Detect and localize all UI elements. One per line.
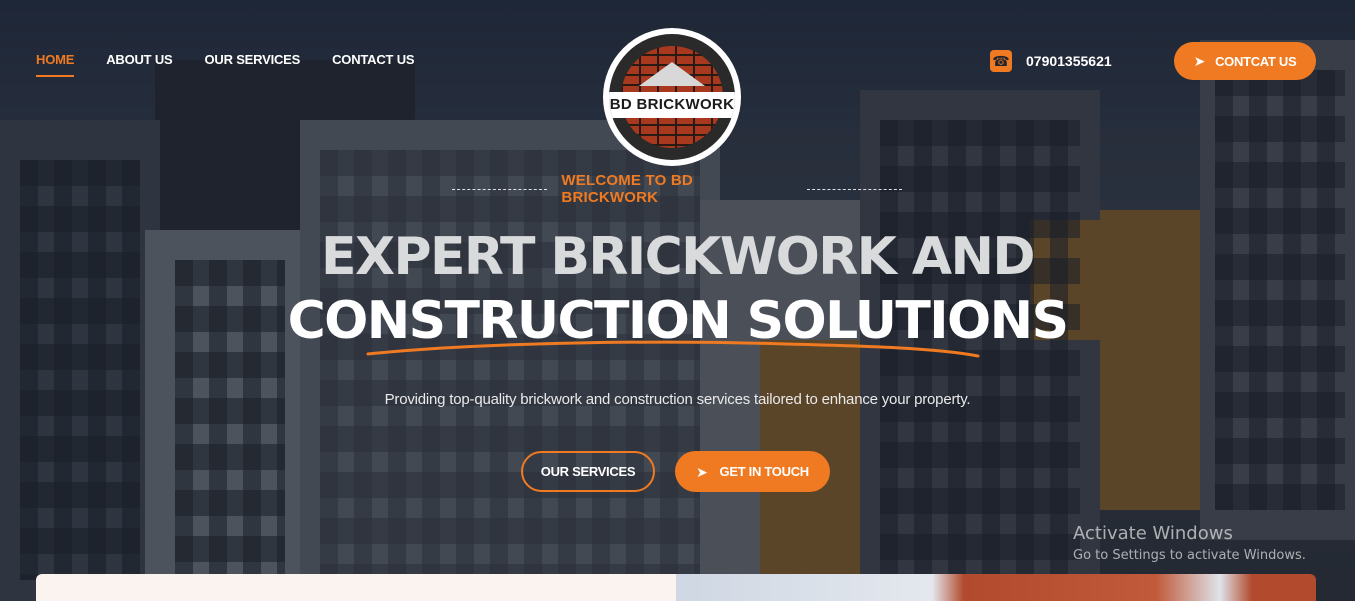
get-in-touch-button-label: GET IN TOUCH <box>719 464 810 479</box>
hero-subtitle: Providing top-quality brickwork and cons… <box>384 391 971 408</box>
next-section-card <box>36 574 676 601</box>
divider-right <box>806 188 902 190</box>
welcome-text: WELCOME TO BD BRICKWORK <box>561 172 693 206</box>
nav-our-services[interactable]: OUR SERVICES <box>205 52 301 77</box>
contact-us-button[interactable]: ➤ CONTCAT US <box>1174 42 1316 80</box>
welcome-tagline: WELCOME TO BD BRICKWORK <box>452 172 902 206</box>
headline-underline <box>366 340 980 358</box>
watermark-title: Activate Windows <box>1073 523 1233 544</box>
logo-text: BD BRICKWORK <box>609 96 735 113</box>
watermark-subtitle: Go to Settings to activate Windows. <box>1073 548 1306 563</box>
roof-graphic <box>639 62 705 86</box>
nav-about-us[interactable]: ABOUT US <box>106 52 172 77</box>
get-in-touch-button[interactable]: ➤ GET IN TOUCH <box>675 451 830 492</box>
windows-activation-watermark: Activate Windows Go to Settings to activ… <box>1073 523 1306 563</box>
nav-contact-us[interactable]: CONTACT US <box>332 52 414 77</box>
paper-plane-icon: ➤ <box>1193 53 1206 69</box>
phone-number: 07901355621 <box>1026 53 1112 69</box>
contact-us-button-label: CONTCAT US <box>1215 53 1297 69</box>
phone-icon: ☎ <box>990 50 1012 72</box>
main-nav: HOME ABOUT US OUR SERVICES CONTACT US <box>36 52 415 77</box>
next-section-image <box>676 574 1316 601</box>
headline-line-1: EXPERT BRICKWORK AND <box>321 227 1036 287</box>
logo-badge: BD BRICKWORK <box>609 34 735 160</box>
header-phone[interactable]: ☎ 07901355621 <box>990 50 1112 72</box>
paper-plane-icon: ➤ <box>696 463 708 480</box>
site-logo[interactable]: BD BRICKWORK <box>603 28 741 166</box>
nav-home[interactable]: HOME <box>36 52 75 77</box>
our-services-button[interactable]: OUR SERVICES <box>521 451 655 492</box>
divider-left <box>452 188 548 190</box>
